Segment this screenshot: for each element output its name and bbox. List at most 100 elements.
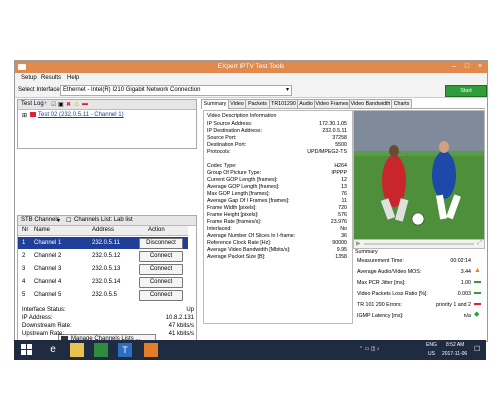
folder-icon[interactable]: ▣ (58, 101, 64, 108)
seek-bar[interactable] (364, 243, 474, 245)
channels-list-checkbox[interactable]: ☐ (66, 217, 71, 224)
delete-icon[interactable]: ✖ (66, 101, 71, 108)
status-panel: Interface Status: Up IP Address: 10.8.2.13… (19, 307, 199, 337)
tab-packets[interactable]: Packets (245, 99, 270, 108)
col-name: Name (34, 227, 51, 233)
region[interactable]: US (428, 351, 435, 357)
fullscreen-icon[interactable]: ⤢ (477, 240, 482, 247)
test-log-panel: Test Log + ☑ ▣ ✖ ⚠ ▬ ⊞ Test 02 (232.0.5.… (17, 99, 197, 149)
tab-tr101290[interactable]: TR101290 (269, 99, 298, 108)
info-value: 23.976 (330, 219, 347, 225)
video-info-title: Video Description Information (207, 113, 277, 119)
chevron-down-icon[interactable]: ▾ (57, 217, 60, 224)
menu-results[interactable]: Results (41, 75, 61, 81)
info-key: Average Packet Size [B]: (207, 254, 266, 260)
status-value: 47 kbits/s (168, 323, 194, 329)
status-label: IP Address: (22, 315, 53, 321)
connect-button[interactable]: Connect (139, 290, 183, 301)
table-header: Nr Name Address Action (18, 226, 188, 236)
summary-panel: Summary Measurement Time: 00:02:14 Averag… (353, 249, 483, 339)
connect-button[interactable]: Connect (139, 264, 183, 275)
info-key: Average GOP Length [frames]: (207, 184, 280, 190)
disconnect-button[interactable]: Disconnect (139, 238, 183, 249)
summary-value: priority 1 and 2 (435, 302, 471, 308)
iptv-app-icon[interactable] (144, 343, 158, 357)
info-key: Current GOP Length [frames]: (207, 177, 278, 183)
file-explorer-icon[interactable] (70, 343, 84, 357)
tab-video-bandwidth[interactable]: Video Bandwidth (349, 99, 392, 108)
interface-select[interactable]: Ethernet - Intel(R) I210 Gigabit Network… (60, 85, 292, 96)
row-address: 232.0.5.14 (92, 279, 121, 285)
app-t-icon[interactable]: T (118, 343, 132, 357)
windows-start-icon[interactable] (20, 343, 34, 357)
info-value: No (340, 226, 347, 232)
add-icon[interactable]: + (44, 101, 48, 107)
test-log-title: Test Log (21, 101, 44, 107)
status-label: Interface Status: (22, 307, 66, 313)
row-address: 232.0.5.11 (92, 240, 120, 246)
info-value: 36 (341, 233, 347, 239)
tab-charts[interactable]: Charts (391, 99, 412, 108)
connect-button[interactable]: Connect (139, 251, 183, 262)
window-title: EXpert IPTV Test Tools (217, 63, 285, 70)
warning-icon[interactable]: ⚠ (74, 101, 79, 108)
info-key: Frame Rate [frames/s]: (207, 219, 262, 225)
summary-key: Video Packets Loss Ratio [%]: (357, 291, 428, 297)
summary-value: 0.003 (457, 291, 471, 297)
info-key: Average Video Bandwidth [Mbits/s]: (207, 247, 291, 253)
menu-setup[interactable]: Setup (21, 75, 37, 81)
table-row[interactable]: 2 Channel 2 232.0.5.12 Connect (18, 250, 188, 262)
info-row: Frame Width [pixels]: 720 (207, 205, 347, 211)
summary-value: n/a (463, 313, 471, 319)
col-nr: Nr (22, 227, 29, 233)
video-info-panel: Video Description Information IP Source … (203, 110, 353, 324)
summary-row: Max PCR Jitter [ms]: 1.00 (357, 278, 481, 287)
row-nr: 3 (22, 266, 26, 272)
table-row[interactable]: 1 Channel 1 232.0.5.11 Disconnect (18, 237, 188, 249)
tab-audio[interactable]: Audio (297, 99, 315, 108)
clock-time[interactable]: 8:52 AM (446, 342, 464, 348)
summary-value: 1.00 (460, 280, 471, 286)
play-icon[interactable]: ▶ (356, 240, 361, 247)
row-address: 232.0.5.12 (92, 253, 121, 259)
chevron-down-icon: ▾ (285, 87, 289, 93)
summary-title: Summary (355, 249, 378, 255)
info-value: 576 (338, 212, 347, 218)
clock-date[interactable]: 2017-11-06 (442, 351, 467, 357)
close-icon[interactable]: × (475, 62, 485, 72)
edge-icon[interactable]: e (46, 343, 60, 357)
video-preview[interactable] (353, 110, 485, 240)
minimize-icon[interactable]: – (449, 62, 459, 72)
tab-video-frames[interactable]: Video Frames (314, 99, 350, 108)
remove-icon[interactable]: ▬ (82, 101, 88, 107)
info-key: Codec Type: (207, 163, 237, 169)
excel-icon[interactable] (94, 343, 108, 357)
notifications-icon[interactable]: ☐ (474, 345, 480, 353)
info-key: Reference Clock Rate [Hz]: (207, 240, 272, 246)
tray-icons[interactable]: ⌃ ▭ ◫ ♪ (359, 346, 379, 352)
connect-button[interactable]: Connect (139, 277, 183, 288)
menu-bar: Setup Results Help (15, 73, 487, 83)
tab-summary[interactable]: Summary (201, 99, 229, 109)
info-row: Frame Height [pixels]: 576 (207, 212, 347, 218)
expand-icon[interactable]: ⊞ (22, 112, 27, 119)
stb-title[interactable]: STB Channels (21, 217, 60, 223)
table-row[interactable]: 5 Channel 5 232.0.5.5 Connect (18, 289, 188, 301)
table-row[interactable]: 4 Channel 4 232.0.5.14 Connect (18, 276, 188, 288)
stb-header: STB Channels ▾ ☐ Channels List: Lab list (18, 216, 196, 226)
summary-key: IGMP Latency [ms]: (357, 313, 404, 319)
test-icon (30, 112, 36, 117)
app-window: EXpert IPTV Test Tools – □ × Setup Resul… (14, 60, 488, 342)
status-row: Upstream Rate: 41 kbits/s (22, 331, 194, 338)
summary-row: Average Audio/Video MOS: 3.44 ▲ (357, 267, 481, 276)
table-row[interactable]: 3 Channel 3 232.0.5.13 Connect (18, 263, 188, 275)
checkbox-icon[interactable]: ☑ (51, 101, 56, 108)
maximize-icon[interactable]: □ (462, 62, 472, 72)
info-row: Average Number Of Slices In I-frame: 36 (207, 233, 347, 239)
start-button[interactable]: Start (445, 85, 487, 97)
menu-help[interactable]: Help (67, 75, 79, 81)
test-log-entry[interactable]: ⊞ Test 02 (232.0.5.11 - Channel 1) (22, 112, 192, 120)
tab-video[interactable]: Video (228, 99, 246, 108)
row-name: Channel 3 (34, 266, 62, 272)
language[interactable]: ENG (426, 342, 437, 348)
